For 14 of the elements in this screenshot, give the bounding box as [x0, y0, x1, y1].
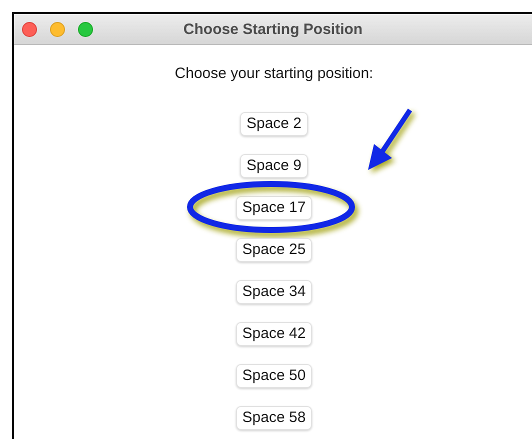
prompt-text: Choose your starting position:	[174, 64, 374, 84]
space-button[interactable]: Space 42	[236, 322, 312, 346]
space-button[interactable]: Space 17	[236, 196, 312, 220]
window-title: Choose Starting Position	[183, 20, 363, 38]
space-button[interactable]: Space 2	[240, 112, 308, 136]
space-button[interactable]: Space 25	[236, 238, 312, 262]
pointer-arrow	[368, 108, 412, 170]
zoom-button[interactable]	[78, 22, 93, 36]
space-button[interactable]: Space 58	[236, 406, 312, 430]
space-button[interactable]: Space 9	[240, 154, 308, 178]
space-button[interactable]: Space 34	[236, 280, 312, 304]
minimize-button[interactable]	[50, 22, 65, 36]
close-button[interactable]	[22, 22, 37, 36]
space-button[interactable]: Space 50	[236, 364, 312, 388]
